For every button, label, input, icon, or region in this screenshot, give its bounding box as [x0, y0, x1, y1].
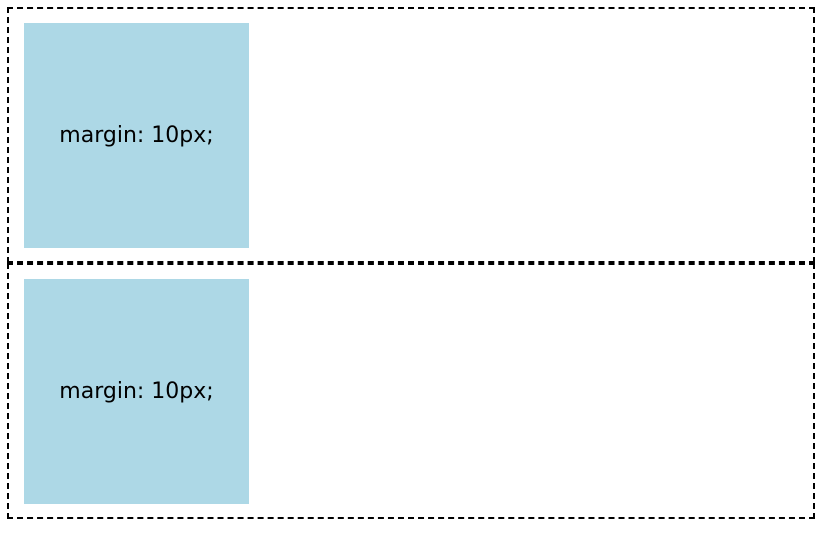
box-label-1: margin: 10px; — [59, 123, 214, 148]
margin-demo-box-1: margin: 10px; — [24, 23, 249, 248]
box-label-2: margin: 10px; — [59, 379, 214, 404]
dashed-container-1: margin: 10px; — [7, 7, 815, 263]
margin-demo-box-2: margin: 10px; — [24, 279, 249, 504]
dashed-container-2: margin: 10px; — [7, 263, 815, 519]
